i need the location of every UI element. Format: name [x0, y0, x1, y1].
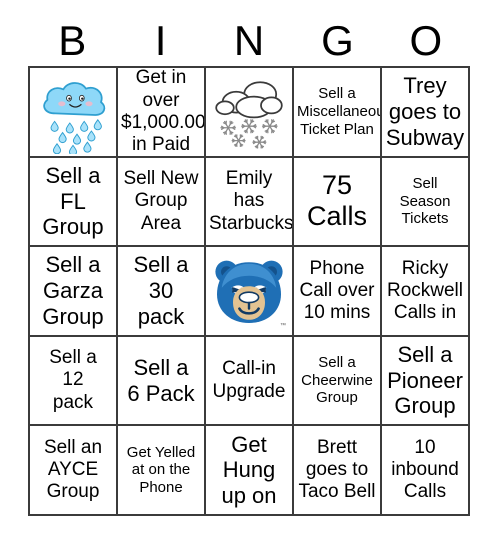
- bingo-cell-label: Sell a 12 pack: [49, 347, 97, 413]
- bingo-cell[interactable]: Get Hung up on: [206, 426, 294, 516]
- bingo-header-letter-g: G: [321, 17, 354, 64]
- bingo-cell[interactable]: 10 inbound Calls: [382, 426, 470, 516]
- bingo-header-letter-n: N: [233, 17, 265, 64]
- bingo-cell-label: Sell Season Tickets: [399, 175, 451, 228]
- bingo-cell[interactable]: ™: [206, 247, 294, 337]
- bingo-header: BINGO: [28, 16, 470, 66]
- bingo-cell-label: Sell a 6 Pack: [127, 354, 195, 406]
- bingo-cell-label: Sell New Group Area: [123, 168, 199, 234]
- bingo-cell[interactable]: Get in over $1,000.00 in Paid: [118, 68, 206, 158]
- bingo-cell[interactable]: 75 Calls: [294, 157, 382, 248]
- bingo-cell-label: Trey goes to Subway: [385, 73, 465, 150]
- bingo-cell[interactable]: Sell Season Tickets: [382, 157, 470, 248]
- bingo-cell[interactable]: Emily has Starbucks: [206, 157, 294, 248]
- bingo-cell[interactable]: Sell a FL Group: [30, 157, 118, 248]
- rain-cloud-icon: [33, 70, 113, 154]
- bingo-cell-label: Brett goes to Taco Bell: [298, 436, 376, 503]
- bingo-cell-label: Sell a 30 pack: [133, 252, 189, 329]
- bingo-cell[interactable]: Sell a Garza Group: [30, 247, 118, 337]
- bingo-cell-label: Ricky Rockwell Calls in: [386, 257, 464, 324]
- bingo-cell[interactable]: Call-in Upgrade: [206, 336, 294, 427]
- bingo-header-letter-o: O: [409, 17, 443, 64]
- bingo-cell[interactable]: Get Yelled at on the Phone: [118, 426, 206, 516]
- bingo-cell-label: Sell an AYCE Group: [43, 436, 103, 503]
- bingo-header-letter-i: I: [154, 17, 167, 64]
- bear-mascot-icon: [209, 249, 289, 333]
- bingo-cell[interactable]: Brett goes to Taco Bell: [294, 426, 382, 516]
- bingo-cell-label: Sell a FL Group: [42, 162, 104, 240]
- bingo-cell-label: Get Yelled at on the Phone: [126, 443, 196, 496]
- bingo-cell-label: Sell a Garza Group: [42, 252, 104, 329]
- bingo-cell-label: Sell a Miscellaneous Ticket Plan: [297, 85, 380, 138]
- bingo-cell-label: Call-in Upgrade: [212, 358, 286, 402]
- bingo-cell[interactable]: Trey goes to Subway: [382, 68, 470, 158]
- bingo-cell-label: Sell a Pioneer Group: [387, 341, 463, 419]
- bingo-cell[interactable]: Sell a Miscellaneous Ticket Plan: [294, 68, 382, 158]
- bingo-cell-label: 75 Calls: [306, 169, 367, 232]
- bingo-cell[interactable]: Sell New Group Area: [118, 157, 206, 248]
- bingo-cell[interactable]: Sell a 30 pack: [118, 247, 206, 337]
- bingo-cell-label: Get Hung up on: [221, 431, 277, 509]
- bingo-cell[interactable]: Phone Call over 10 mins: [294, 247, 382, 337]
- bingo-card: B I N G O Get in over $1,000.00 in Paid Sell …: [0, 0, 500, 544]
- bingo-header-letter-b: B: [58, 17, 87, 64]
- bingo-cell[interactable]: Sell a 6 Pack: [118, 336, 206, 427]
- bingo-cell-label: Get in over $1,000.00 in Paid: [121, 68, 206, 156]
- trademark-mark: ™: [280, 322, 286, 329]
- bingo-cell[interactable]: [206, 68, 294, 158]
- bingo-cell[interactable]: Sell a Cheerwine Group: [294, 336, 382, 427]
- bingo-cell[interactable]: Ricky Rockwell Calls in: [382, 247, 470, 337]
- bingo-cell-label: Phone Call over 10 mins: [299, 257, 375, 324]
- bingo-cell-label: 10 inbound Calls: [391, 436, 459, 503]
- bingo-cell-label: Sell a Cheerwine Group: [301, 354, 373, 407]
- bingo-cell[interactable]: [30, 68, 118, 158]
- snow-cloud-icon: [209, 70, 289, 154]
- bingo-cell-label: Emily has Starbucks: [209, 168, 294, 234]
- bingo-cell[interactable]: Sell a 12 pack: [30, 336, 118, 427]
- bingo-cell[interactable]: Sell a Pioneer Group: [382, 336, 470, 427]
- bingo-grid: Get in over $1,000.00 in Paid Sell a Misc…: [28, 66, 470, 516]
- bingo-cell[interactable]: Sell an AYCE Group: [30, 426, 118, 516]
